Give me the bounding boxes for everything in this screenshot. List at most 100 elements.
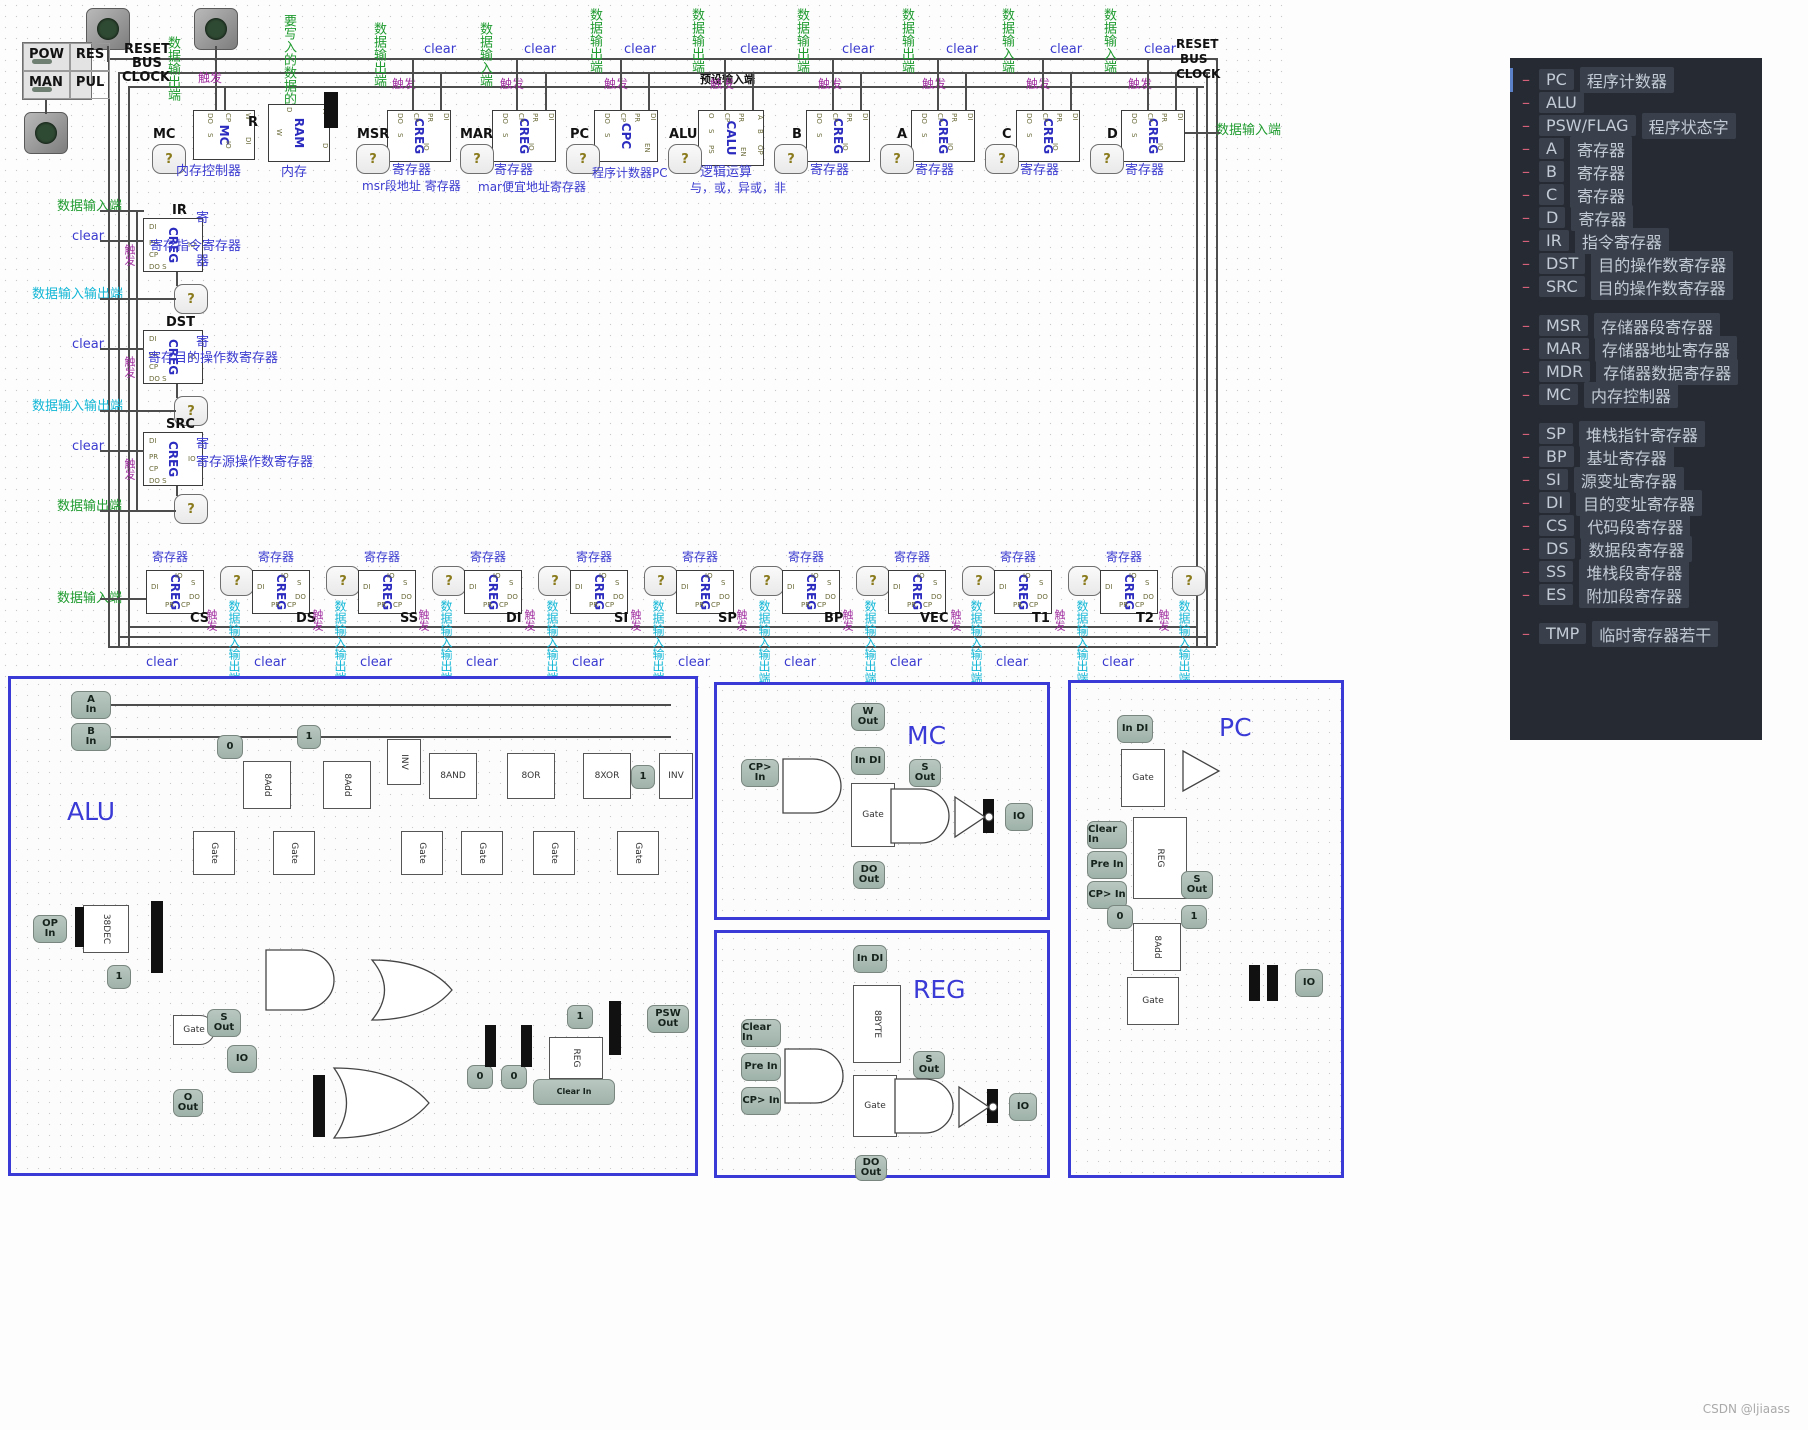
probe-VEC[interactable]: ?: [962, 566, 996, 596]
mc-output-S[interactable]: S Out: [909, 759, 941, 787]
ctrl-cell-pow[interactable]: POW: [23, 43, 70, 71]
probe-BP[interactable]: ?: [856, 566, 890, 596]
alu-input-A[interactable]: A In: [71, 691, 111, 719]
alu-const-0[interactable]: 0: [217, 735, 243, 759]
probe-C[interactable]: ?: [985, 144, 1019, 174]
pc-input-DI[interactable]: In DI: [1117, 715, 1153, 743]
probe-DI[interactable]: ?: [538, 566, 572, 596]
probe-T1[interactable]: ?: [1068, 566, 1102, 596]
probe-MSR[interactable]: ?: [356, 144, 390, 174]
alu-gate-or[interactable]: 8OR: [507, 753, 555, 799]
pc-io[interactable]: IO: [1295, 969, 1323, 997]
probe-B[interactable]: ?: [774, 144, 808, 174]
block-SI[interactable]: CREG DI IO PR CP S DO: [570, 570, 628, 614]
alu-const-1c[interactable]: 1: [107, 965, 131, 989]
reg-input-cp[interactable]: CP> In: [741, 1087, 781, 1115]
reg-io[interactable]: IO: [1009, 1093, 1037, 1121]
alu-gateblk-1[interactable]: Gate: [193, 831, 235, 875]
block-SRC[interactable]: CREG DI PR CP DO S IO: [143, 432, 203, 486]
alu-gate-inv1[interactable]: INV: [387, 739, 421, 785]
pc-const-0[interactable]: 0: [1107, 905, 1133, 929]
reg-input-DI[interactable]: In DI: [853, 945, 887, 973]
probe-SRC[interactable]: ?: [174, 494, 208, 524]
block-T2[interactable]: CREG DI IO PR CP S DO: [1100, 570, 1158, 614]
alu-gateblk-3[interactable]: Gate: [401, 831, 443, 875]
block-T1[interactable]: CREG DI IO PR CP S DO: [994, 570, 1052, 614]
reg-input-pre[interactable]: Pre In: [741, 1053, 781, 1081]
block-CS[interactable]: CREG DI IO PR CP S DO: [146, 570, 204, 614]
probe-ALU[interactable]: ?: [668, 144, 702, 174]
pc-gate-bottom[interactable]: Gate: [1127, 977, 1179, 1025]
block-BP[interactable]: CREG DI IO PR CP S DO: [782, 570, 840, 614]
block-SP[interactable]: CREG DI IO PR CP S DO: [676, 570, 734, 614]
ctrl-cell-res[interactable]: RES: [69, 43, 111, 71]
block-D[interactable]: CREG DO S CP PR DI IO: [1121, 110, 1185, 162]
alu-out-S[interactable]: S Out: [207, 1009, 241, 1037]
pc-input-pre[interactable]: Pre In: [1087, 851, 1127, 879]
pc-input-clear[interactable]: Clear In: [1087, 821, 1127, 849]
block-VEC[interactable]: CREG DI IO PR CP S DO: [888, 570, 946, 614]
alu-reg[interactable]: REG: [549, 1037, 603, 1079]
block-DI[interactable]: CREG DI IO PR CP S DO: [464, 570, 522, 614]
alu-gate-add2[interactable]: 8Add: [323, 761, 371, 809]
ctrl-cell-pul[interactable]: PUL: [69, 71, 111, 99]
block-DS[interactable]: CREG DI IO PR CP S DO: [252, 570, 310, 614]
block-A[interactable]: CREG DO S CP PR DI IO: [911, 110, 975, 162]
block-C[interactable]: CREG DO S CP PR DI IO: [1016, 110, 1080, 162]
alu-gate-xor[interactable]: 8XOR: [583, 753, 631, 799]
block-PC[interactable]: CPC DO S CP PR DI EN: [594, 110, 658, 162]
alu-gateblk-2[interactable]: Gate: [273, 831, 315, 875]
alu-decoder[interactable]: 38DEC: [83, 905, 129, 953]
alu-const-0b[interactable]: 0: [467, 1065, 493, 1089]
block-RAM[interactable]: RAM W D A D: [268, 104, 330, 162]
probe-SP[interactable]: ?: [750, 566, 784, 596]
power-control-pad[interactable]: POW RES MAN PUL: [22, 42, 111, 100]
block-B[interactable]: CREG DO S CP PR DI IO: [806, 110, 870, 162]
ctrl-cell-man[interactable]: MAN: [23, 71, 70, 99]
alu-const-1[interactable]: 1: [297, 725, 321, 749]
probe-D[interactable]: ?: [1090, 144, 1124, 174]
alu-out-PSW[interactable]: PSW Out: [647, 1005, 689, 1033]
pc-adder[interactable]: 8Add: [1133, 923, 1181, 971]
block-MSR[interactable]: CREG DO S CP PR DI IO: [387, 110, 451, 162]
block-SS[interactable]: CREG DI IO PR CP S DO: [358, 570, 416, 614]
reg-input-clear[interactable]: Clear In: [741, 1019, 781, 1047]
switch-manual[interactable]: [24, 112, 68, 154]
pc-const-1[interactable]: 1: [1181, 905, 1207, 929]
mc-io[interactable]: IO: [1005, 803, 1033, 831]
probe-DS[interactable]: ?: [326, 566, 360, 596]
probe-MAR[interactable]: ?: [460, 144, 494, 174]
pc-core-reg[interactable]: REG: [1133, 817, 1187, 899]
alu-out-O[interactable]: O Out: [173, 1089, 203, 1117]
pc-output-S[interactable]: S Out: [1181, 871, 1213, 899]
probe-T2[interactable]: ?: [1172, 566, 1206, 596]
alu-const-1d[interactable]: 1: [567, 1005, 593, 1029]
alu-gate-and[interactable]: 8AND: [429, 753, 477, 799]
alu-const-1b[interactable]: 1: [631, 765, 655, 789]
block-MAR[interactable]: CREG DO S CP PR DI IO: [492, 110, 556, 162]
alu-gateblk-5[interactable]: Gate: [533, 831, 575, 875]
mc-input-CP[interactable]: CP> In: [741, 759, 779, 787]
alu-gate-inv2[interactable]: INV: [659, 753, 693, 799]
probe-A[interactable]: ?: [880, 144, 914, 174]
probe-SS[interactable]: ?: [432, 566, 466, 596]
reg-core[interactable]: 8BYTE: [853, 985, 901, 1063]
probe-IR[interactable]: ?: [174, 284, 208, 314]
probe-CS[interactable]: ?: [220, 566, 254, 596]
alu-gate-add1[interactable]: 8Add: [243, 761, 291, 809]
block-MC[interactable]: MC DO S CP W DI IO: [193, 110, 255, 160]
alu-gateblk-6[interactable]: Gate: [617, 831, 659, 875]
switch-trigger[interactable]: [194, 8, 238, 50]
alu-const-0c[interactable]: 0: [501, 1065, 527, 1089]
alu-reg-inputs[interactable]: Clear In: [533, 1079, 615, 1105]
pc-gate-top[interactable]: Gate: [1121, 749, 1165, 807]
probe-SI[interactable]: ?: [644, 566, 678, 596]
block-ALU[interactable]: CALU O S PS CP PR A B OP EN: [698, 110, 764, 166]
reg-output-DO[interactable]: DO Out: [855, 1155, 887, 1181]
mc-output-W[interactable]: W Out: [851, 703, 885, 731]
alu-input-OP[interactable]: OP In: [33, 915, 67, 943]
alu-gateblk-4[interactable]: Gate: [461, 831, 503, 875]
alu-input-B[interactable]: B In: [71, 723, 111, 751]
mc-output-DO[interactable]: DO Out: [853, 861, 885, 889]
alu-io[interactable]: IO: [227, 1045, 257, 1073]
